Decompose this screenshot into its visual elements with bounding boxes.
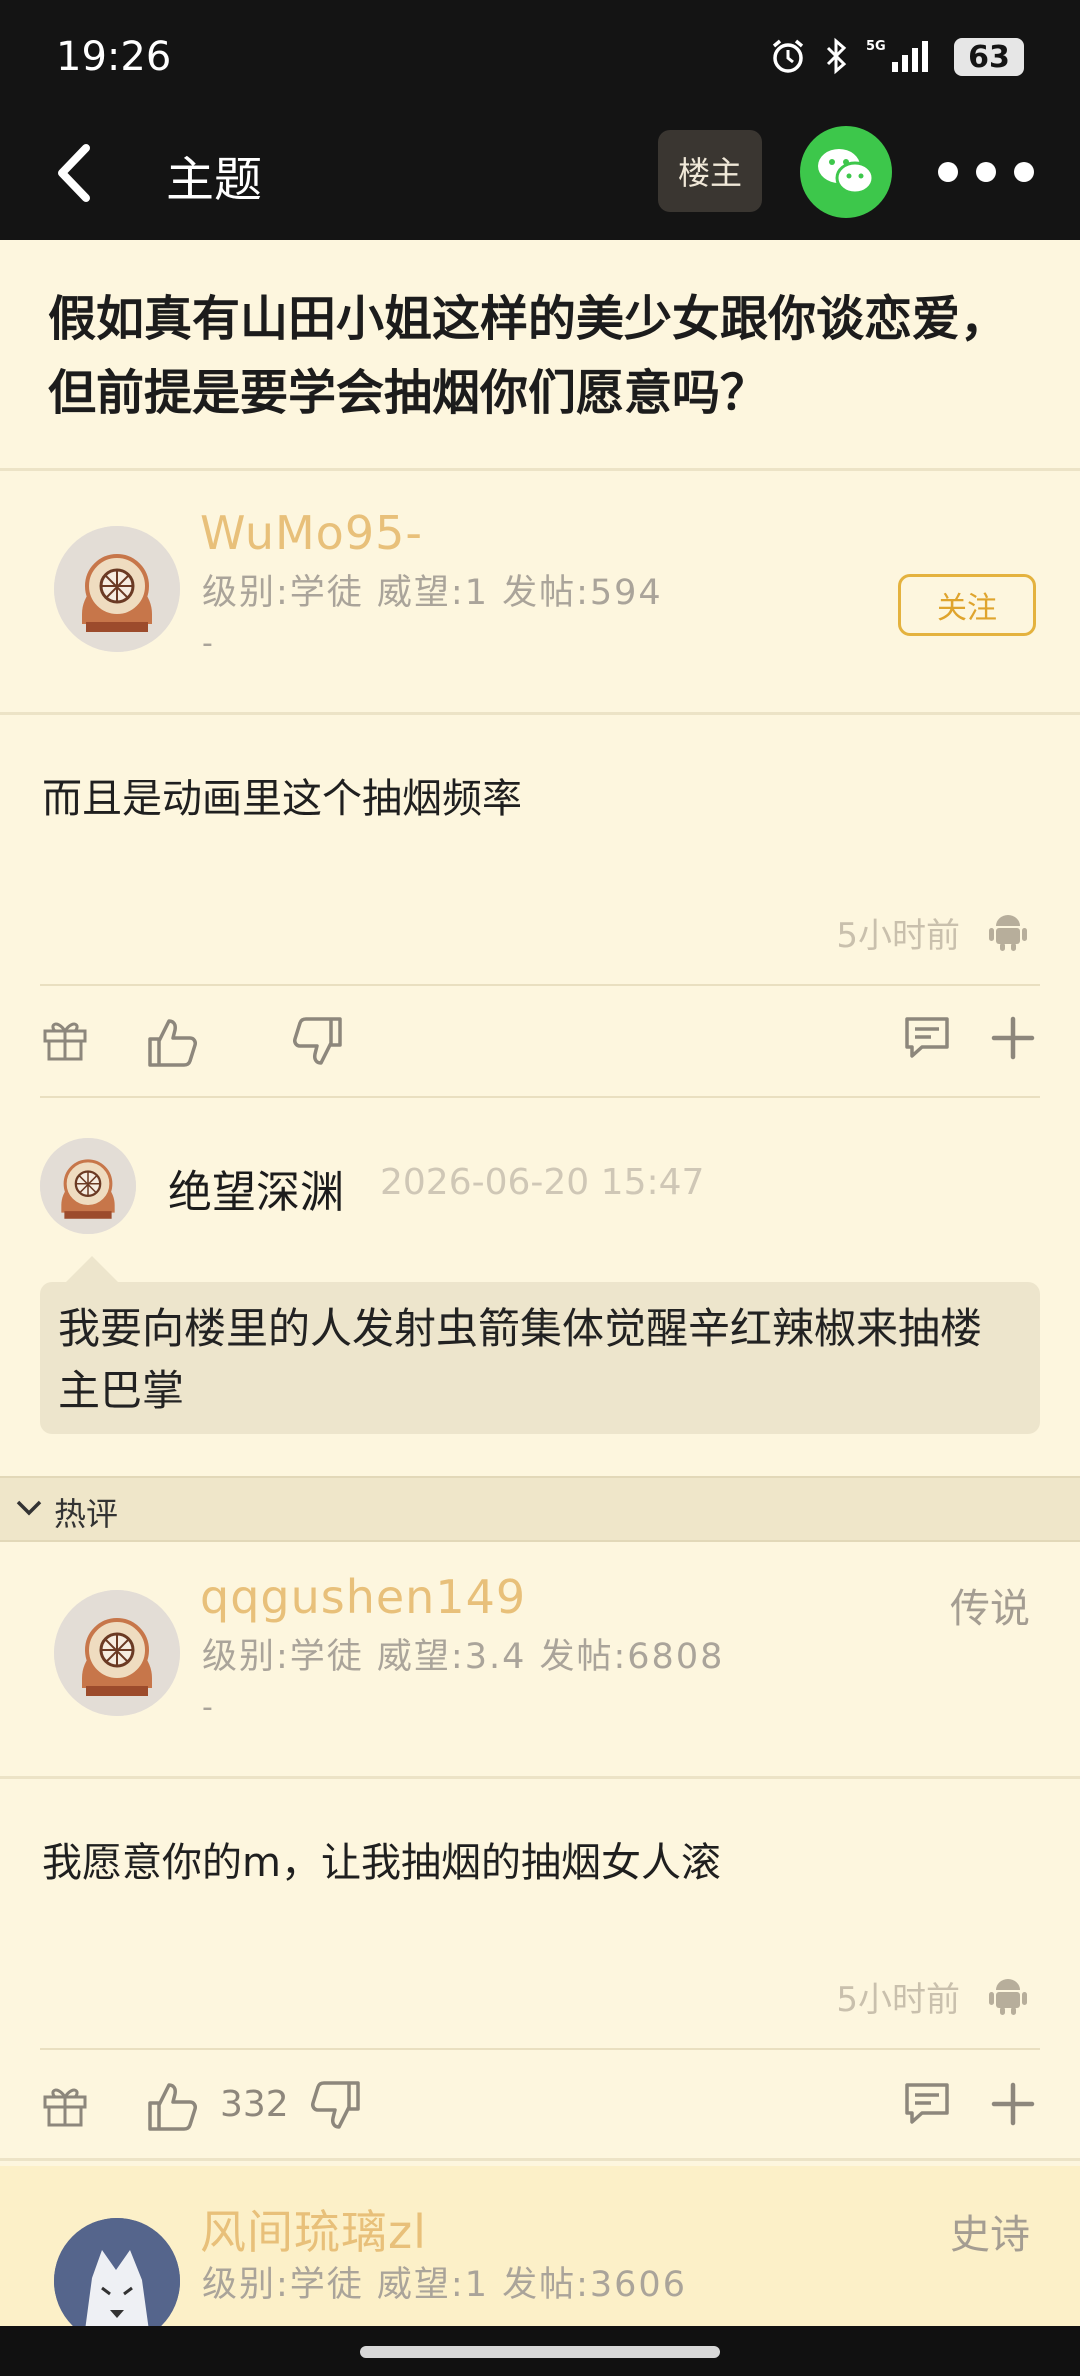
quote-pointer: [66, 1256, 118, 1282]
post-content: 而且是动画里这个抽烟频率: [42, 776, 522, 822]
chevron-down-icon: [16, 1500, 42, 1516]
hot-comments-header[interactable]: [0, 1476, 1080, 1542]
alarm-icon: [772, 39, 804, 73]
rank-badge: 传说: [950, 1586, 1030, 1632]
svg-text:5G: 5G: [866, 39, 886, 54]
chevron-left-icon: [58, 144, 90, 202]
op-only-button[interactable]: 楼主: [658, 130, 762, 212]
signal-5g-icon: 5G: [866, 39, 928, 72]
username[interactable]: WuMo95-: [200, 506, 423, 560]
android-icon: [989, 1979, 1027, 2015]
wechat-icon: [818, 149, 875, 195]
divider: [40, 2048, 1040, 2050]
gift-button[interactable]: [40, 1008, 90, 1068]
follow-button[interactable]: 关注: [898, 574, 1036, 636]
comment-icon: [905, 1017, 949, 1058]
reply-date: 2026-06-20 15:47: [380, 1162, 705, 1203]
like-button[interactable]: [146, 2076, 200, 2136]
dislike-button[interactable]: [308, 2076, 362, 2136]
avatar[interactable]: [54, 1590, 180, 1716]
page-title: 主题: [166, 152, 263, 208]
diving-helmet-avatar-icon: [54, 526, 180, 652]
status-icons: 5G: [768, 36, 930, 76]
gift-icon: [43, 1022, 87, 1061]
thumbs-down-icon: [311, 2081, 360, 2129]
reply-avatar[interactable]: [40, 1138, 136, 1234]
user-info: 级别:学徒 威望:1 发帖:3606: [202, 2265, 687, 2305]
user-info: 级别:学徒 威望:1 发帖:594: [202, 573, 663, 613]
plus-icon: [991, 1016, 1035, 1060]
post-time: 5小时前: [836, 1980, 960, 2020]
thread-title: 假如真有山田小姐这样的美少女跟你谈恋爱，但前提是要学会抽烟你们愿意吗？: [48, 291, 1009, 421]
reply-text: 我要向楼里的人发射虫箭集体觉醒辛红辣椒来抽楼主巴掌: [58, 1304, 983, 1415]
diving-helmet-avatar-icon: [40, 1138, 136, 1234]
divider: [0, 468, 1080, 471]
comment-button[interactable]: [902, 1008, 952, 1068]
gift-button[interactable]: [40, 2074, 90, 2134]
home-indicator[interactable]: [360, 2346, 720, 2358]
divider: [0, 1776, 1080, 1779]
divider: [40, 1096, 1040, 1098]
wechat-share-button[interactable]: [800, 126, 892, 218]
like-count: 332: [220, 2084, 289, 2125]
divider: [0, 712, 1080, 715]
add-button[interactable]: [990, 2074, 1036, 2134]
like-button[interactable]: [146, 1012, 200, 1072]
thumbs-up-icon: [148, 2083, 197, 2131]
plus-icon: [991, 2082, 1035, 2126]
status-time: 19:26: [56, 34, 172, 80]
add-button[interactable]: [990, 1008, 1036, 1068]
gift-icon: [43, 2088, 87, 2127]
comment-button[interactable]: [902, 2074, 952, 2134]
username[interactable]: 风间琉璃zl: [200, 2196, 427, 2262]
hot-comments-label: 热评: [54, 1495, 119, 1533]
dislike-button[interactable]: [290, 1012, 344, 1072]
thumbs-up-icon: [148, 1019, 197, 1067]
top-bar: 19:26 5G 63 主题 楼主: [0, 0, 1080, 240]
post-time: 5小时前: [836, 916, 960, 956]
more-options-button[interactable]: [938, 150, 1034, 194]
divider: [40, 984, 1040, 986]
user-signature: -: [202, 1690, 213, 1725]
user-signature: -: [202, 626, 213, 661]
user-info: 级别:学徒 威望:3.4 发帖:6808: [202, 1637, 725, 1677]
username[interactable]: qqgushen149: [200, 1570, 526, 1624]
thumbs-down-icon: [293, 1017, 342, 1065]
back-button[interactable]: [48, 138, 104, 208]
android-icon: [989, 915, 1027, 951]
divider: [0, 2158, 1080, 2161]
comment-icon: [905, 2083, 949, 2124]
post-content: 我愿意你的m，让我抽烟的抽烟女人滚: [42, 1840, 721, 1886]
rank-badge: 史诗: [950, 2212, 1030, 2258]
reply-username[interactable]: 绝望深渊: [168, 1156, 344, 1220]
avatar[interactable]: [54, 526, 180, 652]
battery-indicator: 63: [954, 38, 1024, 76]
diving-helmet-avatar-icon: [54, 1590, 180, 1716]
bluetooth-icon: [826, 37, 847, 75]
